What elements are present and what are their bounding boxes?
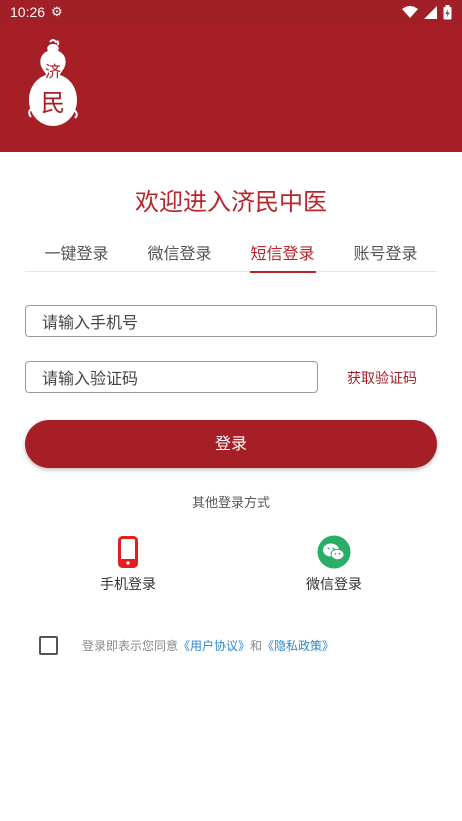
tab-one-click-login[interactable]: 一键登录 [25, 238, 128, 271]
agreement-row: 登录即表示您同意《用户协议》和《隐私政策》 [39, 636, 334, 655]
welcome-title: 欢迎进入济民中医 [135, 188, 327, 216]
login-button[interactable]: 登录 [25, 420, 437, 468]
tab-account-login[interactable]: 账号登录 [334, 238, 437, 271]
svg-text:济: 济 [45, 62, 61, 81]
tab-sms-login[interactable]: 短信登录 [231, 238, 334, 271]
wechat-login-label: 微信登录 [306, 577, 362, 593]
status-bar: 10:26 ⚙ [0, 0, 462, 24]
phone-input-placeholder: 请输入手机号 [42, 313, 139, 332]
login-tabs: 一键登录 微信登录 短信登录 账号登录 [25, 238, 437, 272]
svg-text:民: 民 [41, 89, 65, 117]
agreement-checkbox[interactable] [39, 636, 58, 655]
mobile-phone-icon [118, 536, 138, 568]
status-time: 10:26 [10, 4, 46, 20]
privacy-policy-link[interactable]: 《隐私政策》 [262, 639, 334, 653]
agreement-text: 登录即表示您同意《用户协议》和《隐私政策》 [82, 637, 334, 654]
wechat-login-button[interactable]: 微信登录 [274, 535, 394, 594]
phone-input[interactable]: 请输入手机号 [25, 305, 437, 337]
status-icons [402, 4, 452, 20]
code-input-placeholder: 请输入验证码 [42, 369, 139, 388]
jimin-logo: 济 民 [28, 39, 78, 126]
battery-icon [443, 4, 452, 19]
agreement-and: 和 [250, 639, 263, 653]
user-agreement-link[interactable]: 《用户协议》 [178, 639, 250, 653]
wifi-icon [402, 5, 418, 18]
get-code-button[interactable]: 获取验证码 [330, 368, 434, 388]
agreement-prefix: 登录即表示您同意 [82, 639, 179, 653]
other-login-label: 其他登录方式 [191, 496, 270, 511]
verification-code-input[interactable]: 请输入验证码 [25, 361, 318, 393]
wechat-icon [317, 535, 351, 569]
gear-icon: ⚙ [51, 4, 63, 20]
phone-login-label: 手机登录 [100, 577, 156, 593]
phone-login-button[interactable]: 手机登录 [68, 535, 188, 594]
signal-icon [424, 5, 437, 19]
tab-wechat-login[interactable]: 微信登录 [128, 238, 231, 271]
header-banner: 济 民 [0, 24, 462, 152]
